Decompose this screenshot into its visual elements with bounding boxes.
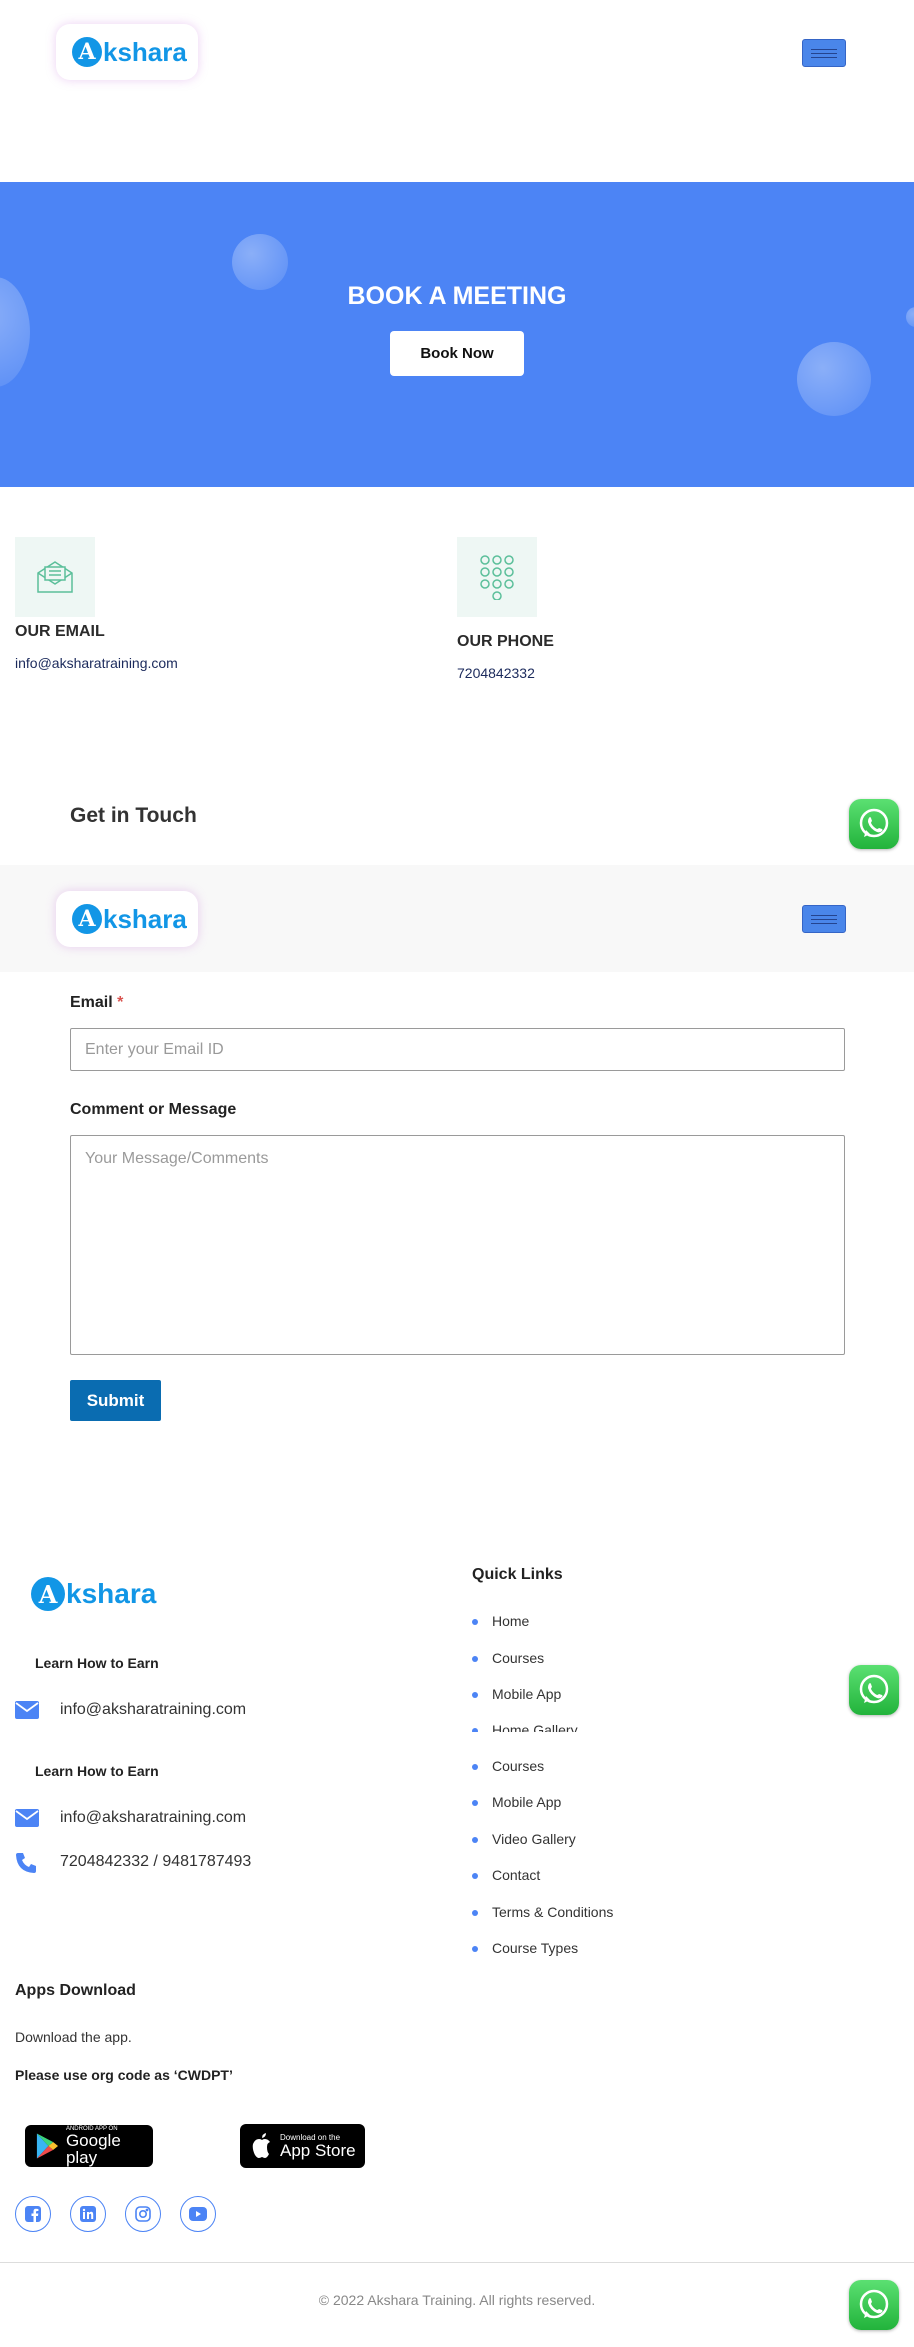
apps-download-title: Apps Download [15, 1982, 136, 1999]
logo-text: kshara [103, 903, 187, 934]
sticky-menu-toggle-button[interactable] [802, 905, 846, 933]
youtube-icon[interactable] [180, 2196, 216, 2232]
footer-email-1[interactable]: info@aksharatraining.com [60, 1701, 246, 1719]
earn-heading-1: Learn How to Earn [35, 1655, 159, 1671]
footer-phone[interactable]: 7204842332 / 9481787493 [60, 1853, 251, 1871]
quick-link[interactable]: Contact [472, 1867, 540, 1883]
quick-link[interactable]: Home [472, 1613, 529, 1629]
quick-link[interactable]: Terms & Conditions [472, 1904, 613, 1920]
apps-download-text: Download the app. [15, 2029, 132, 2045]
whatsapp-icon[interactable] [849, 2280, 899, 2330]
footer-email-2[interactable]: info@aksharatraining.com [60, 1809, 246, 1827]
quick-link[interactable]: Mobile App [472, 1686, 561, 1702]
earn-heading-2: Learn How to Earn [35, 1763, 159, 1779]
phone-icon [15, 1852, 37, 1878]
email-label: OUR EMAIL [15, 623, 105, 640]
email-field-label: Email * [70, 994, 124, 1011]
hero-title: BOOK A MEETING [347, 282, 567, 310]
linkedin-icon[interactable] [70, 2196, 106, 2232]
whatsapp-icon[interactable] [849, 1665, 899, 1715]
phone-label: OUR PHONE [457, 633, 554, 650]
envelope-icon [15, 1809, 39, 1831]
logo-text: kshara [103, 36, 187, 67]
keypad-icon [457, 537, 537, 617]
google-play-icon [36, 2133, 59, 2159]
footer-divider [0, 2262, 914, 2263]
logo-icon: A [72, 904, 102, 934]
quick-link[interactable]: Courses [472, 1758, 544, 1774]
quick-link[interactable]: Course Types [472, 1940, 578, 1956]
app-store-big-text: App Store [280, 2140, 356, 2160]
google-play-badge[interactable]: ANDROID APP ON Google play [25, 2125, 153, 2167]
instagram-icon[interactable] [125, 2196, 161, 2232]
logo-icon: A [31, 1577, 65, 1611]
get-in-touch-title: Get in Touch [70, 804, 197, 827]
footer-logo[interactable]: A kshara [31, 1577, 156, 1611]
copyright-text: © 2022 Akshara Training. All rights rese… [318, 2292, 596, 2308]
quick-link[interactable]: Home Gallery [472, 1722, 578, 1732]
message-field[interactable]: Your Message/Comments [70, 1135, 845, 1355]
quick-link[interactable]: Mobile App [472, 1794, 561, 1810]
hero-banner: BOOK A MEETING Book Now [0, 182, 914, 487]
book-now-button[interactable]: Book Now [390, 331, 524, 376]
whatsapp-icon[interactable] [849, 799, 899, 849]
header-logo[interactable]: A kshara [56, 24, 198, 80]
sticky-header-logo[interactable]: A kshara [56, 891, 198, 947]
email-value[interactable]: info@aksharatraining.com [15, 655, 178, 671]
email-field[interactable]: Enter your Email ID [70, 1028, 845, 1071]
quick-links-title: Quick Links [472, 1566, 563, 1583]
message-field-label: Comment or Message [70, 1101, 237, 1118]
required-mark: * [117, 994, 124, 1011]
google-play-big-text: Google play [65, 2131, 121, 2167]
submit-button[interactable]: Submit [70, 1380, 161, 1421]
logo-text: kshara [66, 1578, 157, 1609]
envelope-icon [15, 1701, 39, 1723]
quick-link[interactable]: Courses [472, 1650, 544, 1666]
facebook-icon[interactable] [15, 2196, 51, 2232]
app-store-badge[interactable]: Download on the App Store [240, 2124, 365, 2168]
phone-value[interactable]: 7204842332 [457, 665, 535, 681]
apple-icon [252, 2133, 270, 2158]
quick-link[interactable]: Video Gallery [472, 1831, 576, 1847]
logo-icon: A [72, 37, 102, 67]
envelope-icon [15, 537, 95, 617]
menu-toggle-button[interactable] [802, 39, 846, 67]
org-code-note: Please use org code as ‘CWDPT’ [15, 2067, 233, 2083]
